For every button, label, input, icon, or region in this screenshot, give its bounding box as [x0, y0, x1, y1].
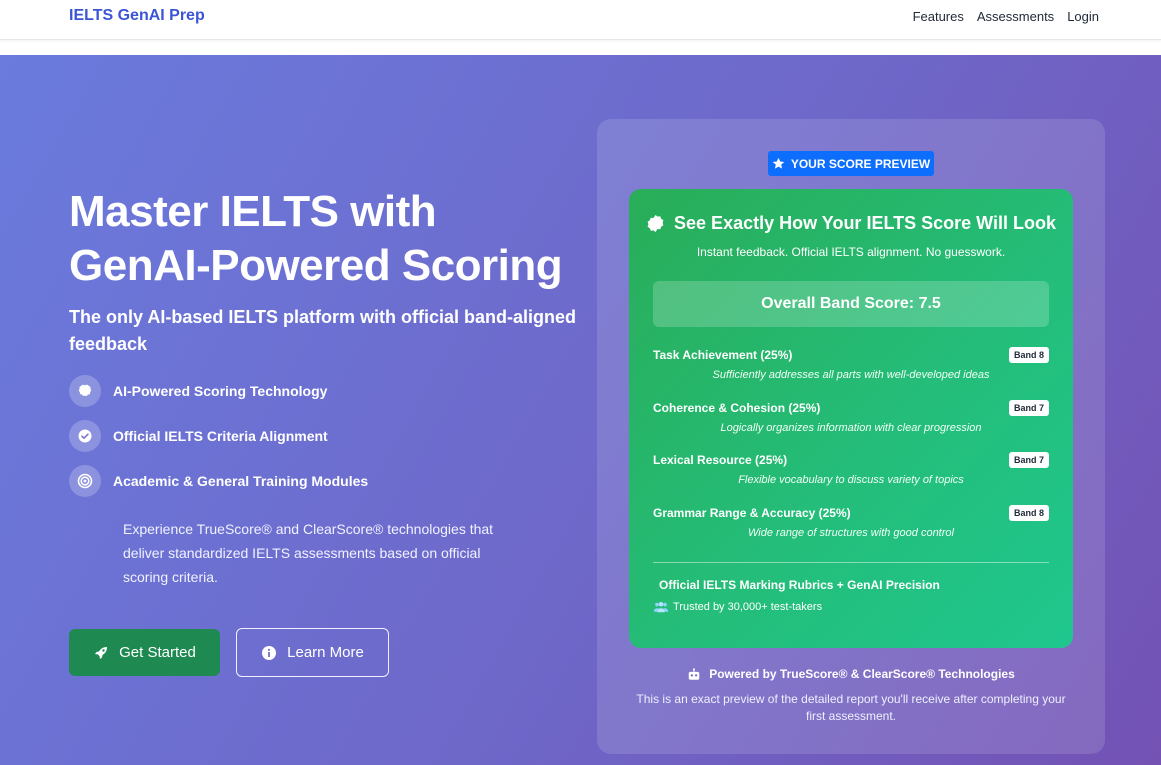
nav-link-assessments[interactable]: Assessments	[977, 9, 1054, 24]
rubrics-text: Official IELTS Marking Rubrics + GenAI P…	[659, 578, 940, 592]
nav-link-login[interactable]: Login	[1067, 9, 1099, 24]
learn-more-button[interactable]: Learn More	[236, 628, 389, 677]
criterion-description: Wide range of structures with good contr…	[748, 527, 954, 539]
powered-by: Powered by TrueScore® & ClearScore® Tech…	[597, 667, 1105, 681]
band-badge: Band 7	[1009, 452, 1049, 468]
trusted-text: Trusted by 30,000+ test-takers	[673, 601, 823, 613]
nav-link-features[interactable]: Features	[913, 9, 964, 24]
divider	[653, 562, 1049, 563]
feature-label: Official IELTS Criteria Alignment	[113, 428, 328, 444]
get-started-button[interactable]: Get Started	[69, 629, 220, 676]
criterion-description: Logically organizes information with cle…	[720, 422, 982, 434]
criterion-name: Coherence & Cohesion (25%)	[653, 401, 821, 415]
score-card-title: See Exactly How Your IELTS Score Will Lo…	[629, 213, 1073, 234]
get-started-label: Get Started	[119, 644, 196, 661]
score-preview-badge: YOUR SCORE PREVIEW	[768, 151, 934, 176]
brand-logo[interactable]: IELTS GenAI Prep	[69, 7, 205, 25]
card-title-text: See Exactly How Your IELTS Score Will Lo…	[674, 213, 1056, 233]
users-icon	[653, 601, 669, 613]
score-preview-panel: YOUR SCORE PREVIEW See Exactly How Your …	[597, 119, 1105, 754]
overall-band-score: Overall Band Score: 7.5	[653, 281, 1049, 327]
badge-check-icon	[647, 214, 664, 233]
hero-subtitle: The only AI-based IELTS platform with of…	[69, 307, 577, 354]
brain-icon	[69, 375, 101, 407]
criterion-description: Flexible vocabulary to discuss variety o…	[738, 474, 964, 486]
hero-description: Experience TrueScore® and ClearScore® te…	[123, 521, 494, 585]
powered-text: Powered by TrueScore® & ClearScore® Tech…	[709, 667, 1015, 681]
learn-more-label: Learn More	[287, 644, 364, 661]
star-icon	[772, 157, 785, 169]
feature-modules: Academic & General Training Modules	[69, 465, 368, 497]
trusted-by: Trusted by 30,000+ test-takers	[653, 601, 822, 613]
criterion-name: Lexical Resource (25%)	[653, 453, 788, 467]
band-badge: Band 8	[1009, 505, 1049, 521]
feature-ai-scoring: AI-Powered Scoring Technology	[69, 375, 327, 407]
info-icon	[262, 645, 277, 660]
robot-icon	[688, 667, 700, 680]
navbar: IELTS GenAI Prep Features Assessments Lo…	[0, 0, 1161, 40]
criterion-task-achievement: Task Achievement (25%) Band 8 Sufficient…	[653, 347, 1049, 388]
rocket-icon	[95, 646, 108, 659]
hero-section: Master IELTS with GenAI-Powered Scoring …	[0, 55, 1161, 765]
band-badge: Band 8	[1009, 347, 1049, 363]
nav-links: Features Assessments Login	[913, 9, 1099, 24]
criterion-name: Grammar Range & Accuracy (25%)	[653, 506, 851, 520]
criterion-coherence-cohesion: Coherence & Cohesion (25%) Band 7 Logica…	[653, 400, 1049, 441]
target-icon	[69, 465, 101, 497]
feature-label: AI-Powered Scoring Technology	[113, 383, 328, 399]
criterion-grammar-range: Grammar Range & Accuracy (25%) Band 8 Wi…	[653, 505, 1049, 546]
band-badge: Band 7	[1009, 400, 1049, 416]
criterion-lexical-resource: Lexical Resource (25%) Band 7 Flexible v…	[653, 452, 1049, 493]
feature-label: Academic & General Training Modules	[113, 473, 369, 489]
hero-title: Master IELTS with GenAI-Powered Scoring	[69, 187, 563, 290]
check-circle-icon	[69, 420, 101, 452]
criterion-description: Sufficiently addresses all parts with we…	[712, 369, 990, 381]
score-card: See Exactly How Your IELTS Score Will Lo…	[629, 189, 1073, 648]
preview-note: This is an exact preview of the detailed…	[636, 692, 1066, 723]
feature-criteria: Official IELTS Criteria Alignment	[69, 420, 328, 452]
badge-label: YOUR SCORE PREVIEW	[790, 156, 931, 171]
score-card-subtitle: Instant feedback. Official IELTS alignme…	[696, 245, 1006, 259]
criterion-name: Task Achievement (25%)	[653, 348, 793, 362]
